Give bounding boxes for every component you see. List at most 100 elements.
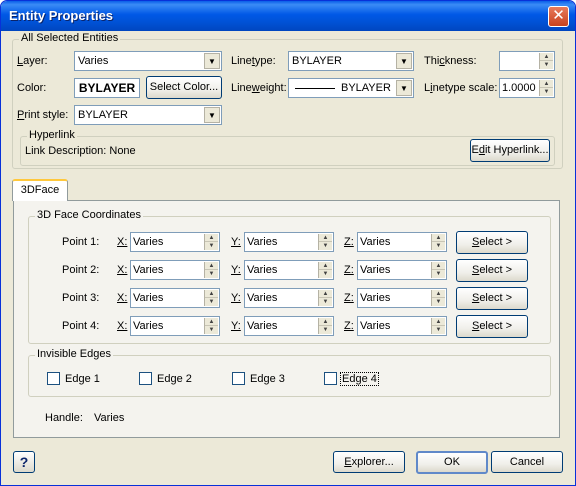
link-description: Link Description: None [25,145,136,157]
layer-combo[interactable]: Varies ▼ [74,51,222,71]
z-label: Z: [344,264,354,276]
y-label: Y: [231,264,241,276]
point-label: Point 3: [62,292,100,304]
chevron-down-icon[interactable]: ▼ [396,80,412,96]
spin-down-icon[interactable]: ▼ [432,326,445,334]
edge-3-checkbox[interactable] [232,372,245,385]
print-style-combo[interactable]: BYLAYER ▼ [74,105,222,125]
y-label: Y: [231,320,241,332]
all-selected-entities-group: All Selected Entities Layer: Varies ▼ Li… [12,32,563,169]
spin-down-icon[interactable]: ▼ [319,298,332,306]
face-coordinates-group: 3D Face Coordinates Point 1: X: Varies ▲ ▼… [28,209,551,344]
spin-up-icon[interactable]: ▲ [205,262,218,270]
spin-down-icon[interactable]: ▼ [540,61,553,69]
edge-2-checkbox[interactable] [139,372,152,385]
point-2-y-spinner[interactable]: Varies ▲ ▼ [244,260,334,280]
spin-up-icon[interactable]: ▲ [319,262,332,270]
tab-page-3dface: 3D Face Coordinates Point 1: X: Varies ▲ ▼… [13,200,560,438]
dialog-body: All Selected Entities Layer: Varies ▼ Li… [4,31,572,483]
edge-1-checkbox[interactable] [47,372,60,385]
point-2-z-spinner[interactable]: Varies ▲ ▼ [357,260,447,280]
edge-4-checkbox[interactable] [324,372,337,385]
linetype-scale-spinner[interactable]: 1.0000 ▲ ▼ [499,78,555,98]
cancel-button[interactable]: Cancel [491,451,563,473]
point-3-z-spinner[interactable]: Varies ▲ ▼ [357,288,447,308]
spin-up-icon[interactable]: ▲ [319,318,332,326]
spin-down-icon[interactable]: ▼ [205,298,218,306]
point-3-select-button[interactable]: Select > [456,287,528,310]
hyperlink-group: Hyperlink Link Description: None Edit Hy… [20,129,555,166]
z-label: Z: [344,236,354,248]
spin-up-icon[interactable]: ▲ [432,234,445,242]
edge-4-label[interactable]: Edge 4 [340,372,379,386]
spin-down-icon[interactable]: ▼ [205,326,218,334]
coordinates-legend: 3D Face Coordinates [35,209,143,221]
spin-down-icon[interactable]: ▼ [432,270,445,278]
point-3-y-spinner[interactable]: Varies ▲ ▼ [244,288,334,308]
print-style-label: Print style: [17,109,69,121]
group-legend: All Selected Entities [19,32,121,44]
spin-up-icon[interactable]: ▲ [540,53,553,61]
edit-hyperlink-button[interactable]: Edit Hyperlink... [470,139,550,162]
point-4-x-spinner[interactable]: Varies ▲ ▼ [130,316,220,336]
spin-down-icon[interactable]: ▼ [319,326,332,334]
ok-button[interactable]: OK [416,451,488,474]
spin-up-icon[interactable]: ▲ [540,80,553,88]
chevron-down-icon[interactable]: ▼ [396,53,412,69]
spin-up-icon[interactable]: ▲ [432,262,445,270]
tab-3dface[interactable]: 3DFace [12,179,68,201]
spin-down-icon[interactable]: ▼ [540,88,553,96]
point-4-y-spinner[interactable]: Varies ▲ ▼ [244,316,334,336]
thickness-spinner[interactable]: ▲ ▼ [499,51,555,71]
spin-up-icon[interactable]: ▲ [319,290,332,298]
title-bar[interactable]: Entity Properties ✕ [1,1,575,31]
spin-up-icon[interactable]: ▲ [205,290,218,298]
spin-down-icon[interactable]: ▼ [432,298,445,306]
lineweight-label: Lineweight: [231,82,287,94]
handle-label: Handle: [45,412,83,424]
spin-up-icon[interactable]: ▲ [432,290,445,298]
edge-1-label[interactable]: Edge 1 [65,373,100,385]
spin-down-icon[interactable]: ▼ [319,270,332,278]
select-color-button[interactable]: Select Color... [146,76,222,99]
linetype-combo[interactable]: BYLAYER ▼ [288,51,414,71]
linetype-label: Linetype: [231,55,276,67]
edge-2-label[interactable]: Edge 2 [157,373,192,385]
edge-3-label[interactable]: Edge 3 [250,373,285,385]
spin-up-icon[interactable]: ▲ [205,318,218,326]
close-icon: ✕ [552,7,565,24]
point-2-x-spinner[interactable]: Varies ▲ ▼ [130,260,220,280]
chevron-down-icon[interactable]: ▼ [204,53,220,69]
spin-up-icon[interactable]: ▲ [319,234,332,242]
thickness-label: Thickness: [424,55,477,67]
help-button[interactable]: ? [13,451,35,473]
color-swatch: BYLAYER [74,78,140,98]
point-1-y-spinner[interactable]: Varies ▲ ▼ [244,232,334,252]
point-1-z-spinner[interactable]: Varies ▲ ▼ [357,232,447,252]
explorer-button[interactable]: Explorer... [333,451,405,473]
y-label: Y: [231,236,241,248]
spin-down-icon[interactable]: ▼ [205,242,218,250]
point-3-x-spinner[interactable]: Varies ▲ ▼ [130,288,220,308]
linetype-scale-label: Linetype scale: [424,82,498,94]
point-2-select-button[interactable]: Select > [456,259,528,282]
lineweight-combo[interactable]: BYLAYER ▼ [288,78,414,98]
chevron-down-icon[interactable]: ▼ [204,107,220,123]
x-label: X: [117,320,128,332]
entity-properties-dialog: Entity Properties ✕ All Selected Entitie… [0,0,576,486]
help-icon: ? [19,454,29,470]
spin-down-icon[interactable]: ▼ [205,270,218,278]
spin-down-icon[interactable]: ▼ [319,242,332,250]
handle-value: Varies [94,412,125,424]
point-1-x-spinner[interactable]: Varies ▲ ▼ [130,232,220,252]
x-label: X: [117,264,128,276]
close-button[interactable]: ✕ [548,6,569,27]
point-4-select-button[interactable]: Select > [456,315,528,338]
spin-up-icon[interactable]: ▲ [432,318,445,326]
spin-up-icon[interactable]: ▲ [205,234,218,242]
point-1-select-button[interactable]: Select > [456,231,528,254]
spin-down-icon[interactable]: ▼ [432,242,445,250]
invisible-edges-legend: Invisible Edges [35,348,113,360]
color-label: Color: [17,82,47,94]
point-4-z-spinner[interactable]: Varies ▲ ▼ [357,316,447,336]
